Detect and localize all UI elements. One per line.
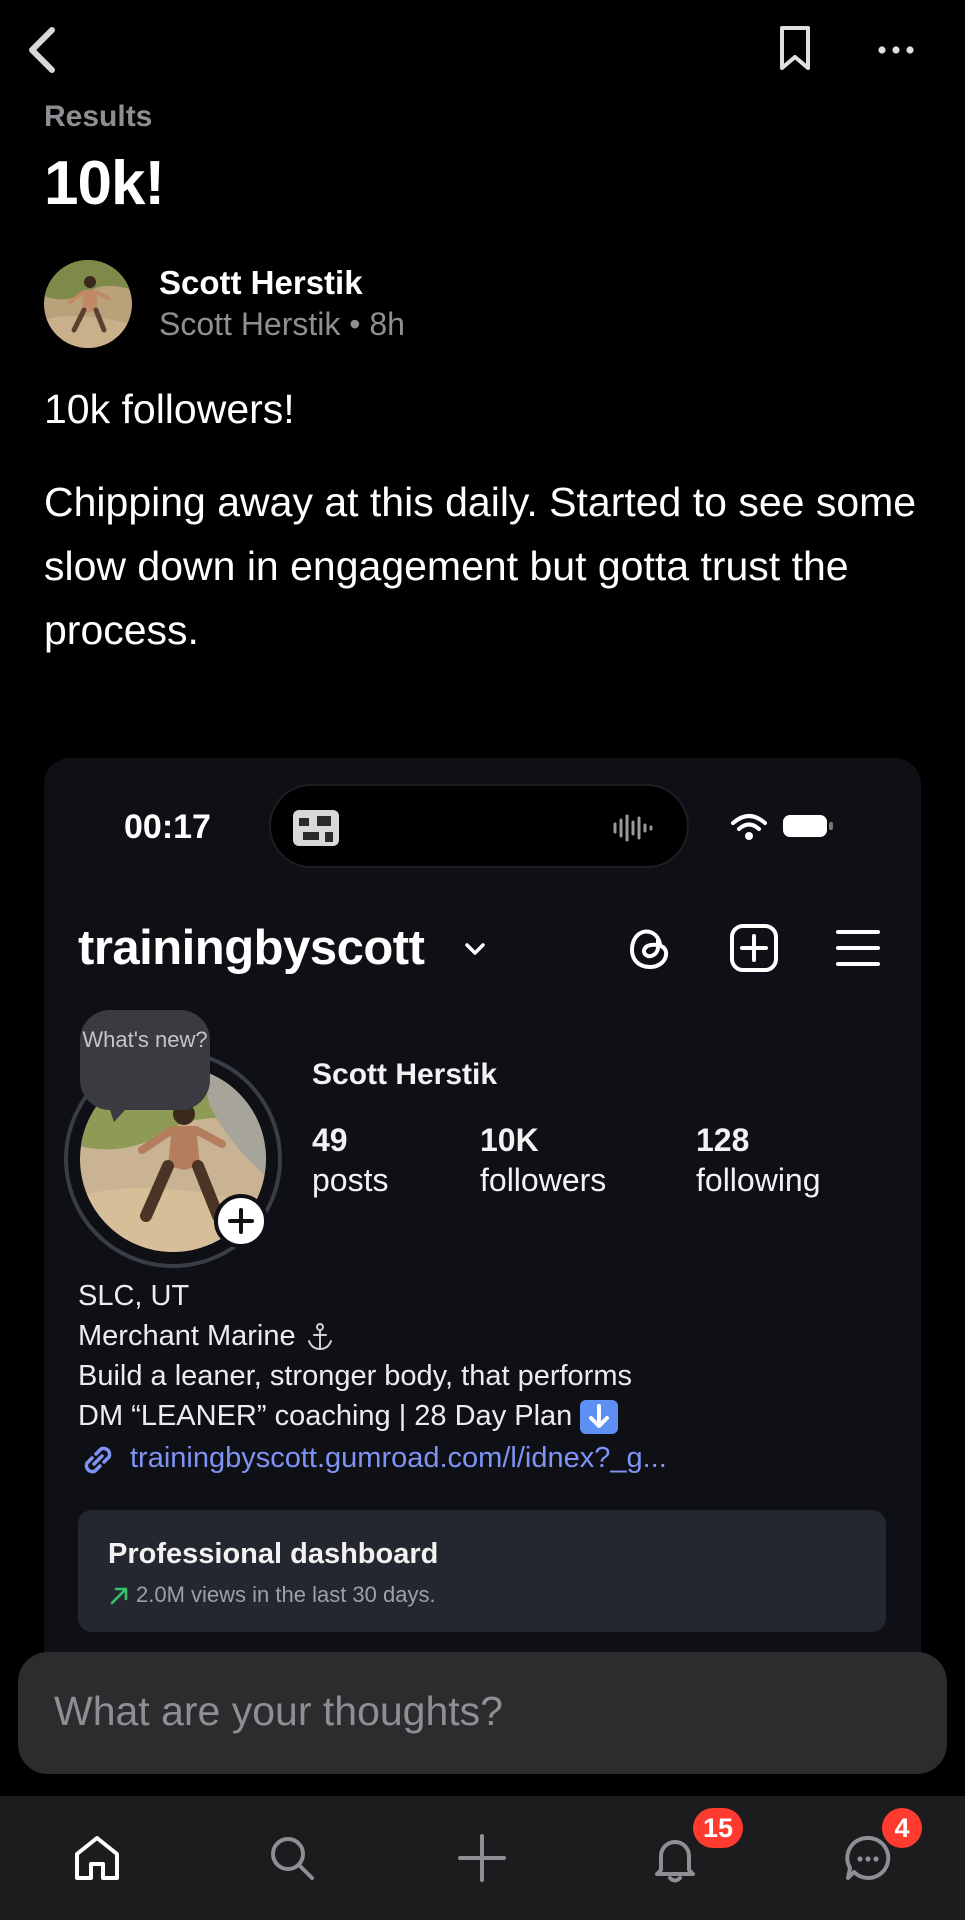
bio-line: Build a leaner, stronger body, that perf… <box>78 1360 632 1392</box>
dynamic-island <box>269 784 689 868</box>
tab-create[interactable] <box>442 1818 522 1898</box>
profile-bio: SLC, UT Merchant Marine Build a leaner, … <box>78 1276 898 1436</box>
post-title: 10k! <box>44 149 165 218</box>
author-avatar[interactable] <box>44 260 132 348</box>
chevron-left-icon <box>29 27 55 73</box>
bell-icon <box>655 1840 695 1883</box>
whats-new-text: What's new? <box>82 1027 208 1052</box>
profile-full-name: Scott Herstik <box>312 1058 498 1091</box>
search-icon <box>271 1837 314 1880</box>
status-time: 00:17 <box>124 808 211 846</box>
stat-value: 49 <box>312 1122 348 1158</box>
chevron-down-icon[interactable] <box>462 936 488 962</box>
top-bar <box>0 0 965 100</box>
stat-label: posts <box>312 1162 389 1198</box>
stat-label: followers <box>480 1162 607 1198</box>
audio-wave-icon <box>613 814 653 842</box>
composer-placeholder[interactable]: What are your thoughts? <box>54 1688 503 1735</box>
bio-line: SLC, UT <box>78 1280 190 1312</box>
create-post-icon[interactable] <box>728 922 780 974</box>
home-icon <box>75 1836 119 1880</box>
threads-icon[interactable] <box>624 922 676 974</box>
stat-label: following <box>696 1162 821 1198</box>
profile-username[interactable]: trainingbyscott <box>78 920 425 976</box>
album-art-icon <box>293 810 339 846</box>
bio-line: DM “LEANER” coaching | 28 Day Plan <box>78 1400 573 1432</box>
battery-icon <box>783 815 833 837</box>
dashboard-subtitle: 2.0M views in the last 30 days. <box>108 1582 436 1608</box>
more-options-button[interactable] <box>872 30 922 70</box>
author-meta: Scott Herstik • 8h <box>159 306 405 342</box>
back-button[interactable] <box>22 22 66 78</box>
trend-up-icon <box>110 1587 128 1605</box>
author-name[interactable]: Scott Herstik <box>159 264 363 302</box>
tab-home[interactable] <box>57 1818 137 1898</box>
ellipsis-icon <box>878 46 914 54</box>
whats-new-bubble[interactable] <box>80 1010 210 1110</box>
plus-icon <box>458 1834 506 1882</box>
post-subtitle: 10k followers! <box>44 386 295 432</box>
author-row[interactable]: Scott Herstik Scott Herstik • 8h <box>44 260 924 352</box>
bubble-tail <box>106 1098 136 1122</box>
down-arrow-icon <box>580 1400 619 1435</box>
professional-dashboard[interactable]: Professional dashboard 2.0M views in the… <box>78 1510 886 1632</box>
bookmark-button[interactable] <box>774 24 816 74</box>
add-story-button[interactable] <box>214 1194 268 1248</box>
tab-bar: 15 4 <box>0 1796 965 1920</box>
link-icon <box>84 1446 112 1474</box>
tab-notifications[interactable]: 15 <box>635 1808 744 1898</box>
tab-messages[interactable]: 4 <box>828 1808 922 1898</box>
dashboard-title: Professional dashboard <box>108 1538 439 1570</box>
post-body: Chipping away at this daily. Started to … <box>44 479 917 653</box>
dashboard-subtitle-text: 2.0M views in the last 30 days. <box>136 1582 436 1607</box>
wifi-icon <box>731 814 767 840</box>
profile-link-text[interactable]: trainingbyscott.gumroad.com/l/idnex?_g..… <box>130 1442 667 1475</box>
stat-value: 128 <box>696 1122 750 1158</box>
messages-badge: 4 <box>882 1808 922 1848</box>
stat-followers[interactable]: 10K followers <box>480 1120 606 1200</box>
notifications-badge: 15 <box>693 1808 744 1848</box>
tab-search[interactable] <box>252 1818 332 1898</box>
bio-line-2: Merchant Marine <box>78 1316 898 1356</box>
stat-value: 10K <box>480 1122 539 1158</box>
embedded-screenshot[interactable]: 00:17 trainingbyscott What's new? Scott … <box>44 758 921 1758</box>
reply-composer[interactable]: What are your thoughts? <box>18 1652 947 1774</box>
anchor-icon <box>307 1323 332 1351</box>
stat-following[interactable]: 128 following <box>696 1120 821 1200</box>
bio-line: Merchant Marine <box>78 1320 296 1352</box>
plus-icon <box>228 1208 254 1234</box>
stat-posts[interactable]: 49 posts <box>312 1120 388 1200</box>
section-label[interactable]: Results <box>44 100 152 134</box>
bio-line-4: DM “LEANER” coaching | 28 Day Plan <box>78 1396 898 1436</box>
hamburger-menu-icon[interactable] <box>834 926 882 970</box>
bookmark-icon <box>780 26 810 70</box>
